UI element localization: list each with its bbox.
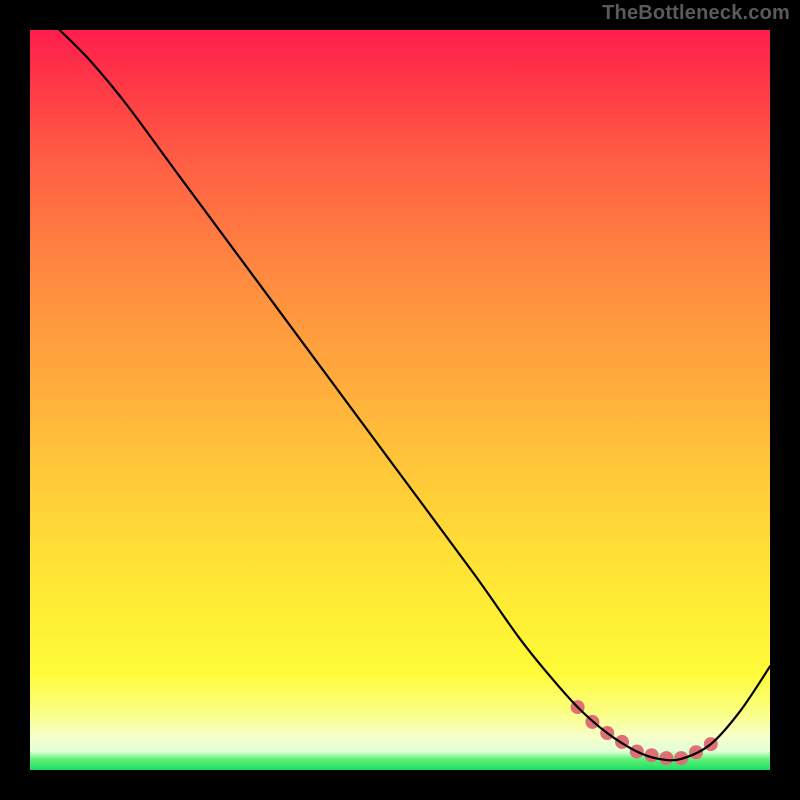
bottleneck-curve <box>60 30 770 760</box>
chart-frame: TheBottleneck.com <box>0 0 800 800</box>
watermark-text: TheBottleneck.com <box>602 2 790 25</box>
bottom-marker <box>659 751 673 765</box>
plot-area <box>30 30 770 770</box>
curve-svg <box>30 30 770 770</box>
